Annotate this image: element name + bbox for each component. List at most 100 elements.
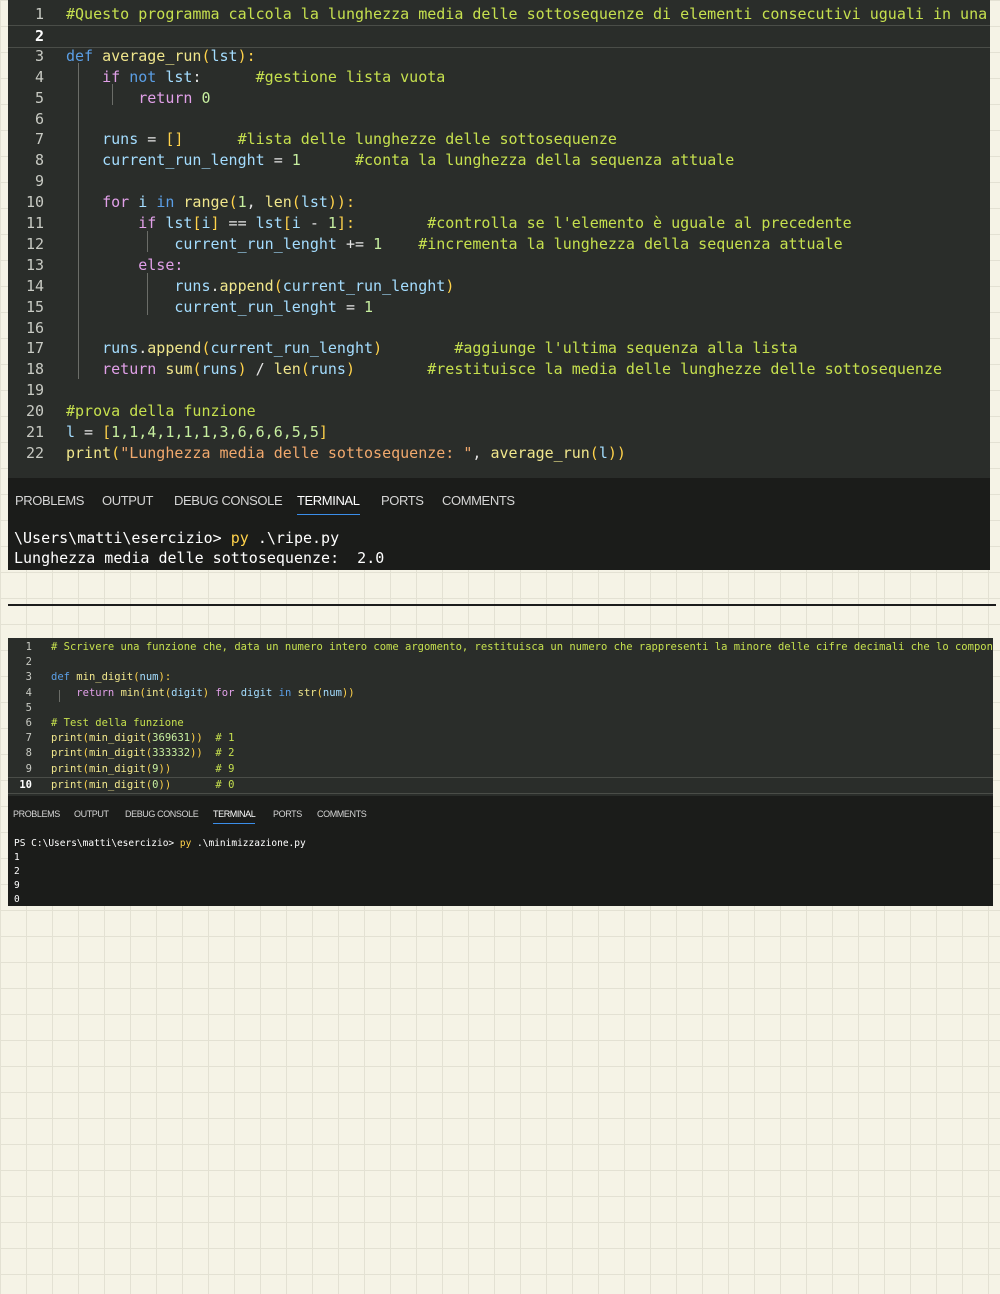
code-line[interactable]: 14 runs.append(current_run_lenght) (8, 276, 990, 297)
code-line[interactable]: 22 print("Lunghezza media delle sottosequ… (8, 443, 990, 464)
code-token: #prova della funzione (66, 402, 256, 421)
line-number: 14 (25, 276, 44, 295)
bottom-panel: PROBLEMS OUTPUT DEBUG CONSOLE TERMINAL PORTS… (8, 796, 993, 906)
code-line[interactable]: 13 else: (8, 255, 990, 276)
code-token: 1 (291, 151, 301, 170)
code-token: = (336, 297, 365, 316)
code-text: runs.append(current_run_lenght) (66, 276, 454, 297)
code-editor[interactable]: 1 #Questo programma calcola la lunghezza … (8, 0, 990, 478)
code-line[interactable]: 19 (8, 380, 990, 401)
code-line[interactable]: 6 (8, 109, 990, 130)
tab-terminal[interactable]: TERMINAL (297, 493, 360, 515)
line-number: 13 (25, 255, 44, 274)
code-line[interactable]: 3 def min_digit(num): (8, 670, 993, 685)
code-line[interactable]: 7 print(min_digit(369631)) # 1 (8, 731, 993, 746)
code-line[interactable]: 3 def average_run(lst): (8, 46, 990, 67)
tab-ports[interactable]: PORTS (381, 493, 424, 508)
line-number: 1 (34, 5, 44, 23)
code-token: print (51, 762, 83, 775)
code-token: 369631 (152, 732, 191, 745)
line-number: 6 (25, 717, 32, 729)
panel-tabs: PROBLEMS OUTPUT DEBUG CONSOLE TERMINAL PORTS… (8, 478, 990, 520)
line-number: 5 (25, 701, 32, 714)
code-token: for (215, 686, 241, 699)
line-number: 11 (25, 214, 44, 232)
code-token: num (139, 671, 159, 684)
code-line[interactable]: 8 print(min_digit(333332)) # 2 (8, 746, 993, 761)
code-line[interactable]: 20 #prova della funzione (8, 401, 990, 422)
code-token: runs (102, 130, 139, 149)
code-line[interactable]: 5 return 0 (8, 88, 990, 109)
line-number: 8 (34, 151, 44, 170)
code-line[interactable]: 6 # Test della funzione (8, 716, 993, 731)
code-line[interactable]: 11 if lst[i] == lst[i - 1]: #controlla s… (8, 213, 990, 234)
code-line[interactable]: 4 if not lst: #gestione lista vuota (8, 67, 990, 88)
line-number: 21 (25, 423, 44, 441)
code-text: print(min_digit(0)) # 0 (51, 778, 234, 793)
terminal-result-line: 0 (14, 894, 20, 905)
code-token: 1,1,4,1,1,1,3,6,6,6,5,5 (111, 423, 319, 441)
terminal-output[interactable]: PS C:\Users\matti\esercizio> py .\minimi… (14, 837, 306, 906)
tab-output[interactable]: OUTPUT (74, 809, 109, 819)
code-token: ) (373, 339, 383, 358)
terminal-result: Lunghezza media delle sottosequenze: 2.0 (14, 549, 385, 567)
code-line[interactable]: 4 return min(int(digit) for digit in str… (8, 686, 993, 701)
code-token: if (102, 67, 130, 86)
code-line[interactable]: 10 for i in range(1, len(lst)): (8, 192, 990, 213)
tab-problems[interactable]: PROBLEMS (15, 493, 84, 508)
code-token: - (300, 214, 328, 232)
code-line[interactable]: 1 # Scrivere una funzione che, data un nu… (8, 640, 993, 655)
code-line[interactable]: 12 current_run_lenght += 1 #incrementa l… (8, 234, 990, 255)
code-line[interactable]: 9 (8, 171, 990, 192)
code-token: str (297, 686, 317, 699)
tab-comments[interactable]: COMMENTS (442, 493, 515, 508)
code-line[interactable]: 18 return sum(runs) / len(runs) #restitu… (8, 359, 990, 380)
code-text: if lst[i] == lst[i - 1]: #controlla se l… (66, 213, 851, 234)
code-line[interactable]: 1 #Questo programma calcola la lunghezza … (8, 4, 990, 25)
tab-problems[interactable]: PROBLEMS (13, 809, 60, 819)
terminal-output[interactable]: \Users\matti\esercizio> py .\ripe.py Lun… (14, 528, 384, 568)
code-token: in (156, 193, 184, 212)
tab-terminal[interactable]: TERMINAL (213, 809, 256, 824)
code-line[interactable]: 10 print(min_digit(0)) # 0 (8, 776, 993, 794)
code-line[interactable]: 16 (8, 318, 990, 339)
code-token: ( (273, 276, 283, 295)
tab-ports[interactable]: PORTS (273, 809, 302, 819)
line-number: 9 (34, 172, 44, 191)
code-token: lst (210, 46, 238, 65)
tab-debug-console[interactable]: DEBUG CONSOLE (174, 493, 283, 508)
code-text: print(min_digit(333332)) # 2 (51, 746, 234, 761)
line-number: 18 (25, 360, 44, 379)
tab-output[interactable]: OUTPUT (102, 493, 153, 508)
code-line[interactable]: 15 current_run_lenght = 1 (8, 297, 990, 318)
code-token: int (145, 686, 165, 699)
code-token: += (336, 234, 374, 253)
code-editor[interactable]: 1 # Scrivere una funzione che, data un nu… (8, 638, 993, 796)
tab-debug-console[interactable]: DEBUG CONSOLE (125, 809, 199, 819)
code-token: range (183, 193, 229, 212)
code-text: if not lst: #gestione lista vuota (66, 67, 445, 88)
code-line[interactable]: 7 runs = [] #lista delle lunghezze delle… (8, 129, 990, 150)
code-line[interactable]: 5 (8, 701, 993, 716)
line-number: 22 (25, 443, 44, 462)
code-line[interactable]: 9 print(min_digit(9)) # 9 (8, 762, 993, 777)
code-token: def (66, 46, 103, 65)
code-line[interactable]: 8 current_run_lenght = 1 #conta la lungh… (8, 150, 990, 171)
code-token: lst (300, 193, 328, 212)
code-line[interactable]: 17 runs.append(current_run_lenght) #aggi… (8, 338, 990, 359)
code-token: )) (341, 686, 355, 699)
code-line[interactable]: 21 l = [1,1,4,1,1,1,3,6,6,6,5,5] (8, 422, 990, 443)
code-line[interactable]: 2 (8, 655, 993, 670)
code-token: lst (255, 214, 283, 232)
code-token: i (291, 214, 301, 232)
terminal-prompt: PS C:\Users\matti\esercizio> (14, 838, 180, 849)
code-token: ( (111, 443, 121, 462)
tab-comments[interactable]: COMMENTS (317, 809, 367, 819)
line-number: 12 (25, 234, 44, 253)
code-line[interactable]: 2 (8, 24, 990, 48)
